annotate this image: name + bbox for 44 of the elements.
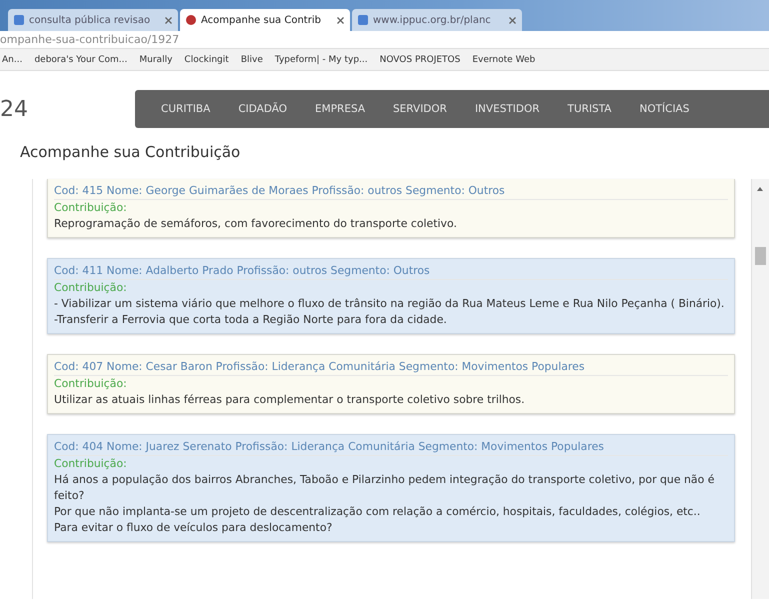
contribution-text: -Transferir a Ferrovia que corta toda a Região Norte para fora da cidade. xyxy=(54,312,448,328)
browser-tab[interactable]: consulta pública revisao xyxy=(8,9,178,31)
bookmark-link[interactable]: Blive xyxy=(240,54,263,64)
nav-link[interactable]: CURITIBA xyxy=(147,103,224,115)
bookmark-link[interactable]: Murally xyxy=(139,54,172,64)
bookmark-link[interactable]: Typeform| - My typ... xyxy=(274,54,368,64)
scroll-up-icon[interactable] xyxy=(757,187,763,191)
scrollbar-thumb[interactable] xyxy=(755,247,766,265)
logo-text: 24 xyxy=(0,96,29,122)
nav-link[interactable]: INVESTIDOR xyxy=(460,103,554,115)
bookmark-link[interactable]: NOVOS PROJETOS xyxy=(380,54,460,64)
close-icon[interactable] xyxy=(509,16,516,24)
contribution-text: Por que não implanta-se um projeto de descentralização com relação a comércio, hospitais, faculdades, colégios, etc.. xyxy=(54,504,702,520)
contribution-label: Contribuição: xyxy=(54,376,128,392)
contribution-text: Para evitar o fluxo de veículos para deslocamento? xyxy=(54,520,334,536)
contribution-text: Utilizar as atuais linhas férreas para complementar o transporte coletivo sobre trilhos. xyxy=(54,392,526,408)
nav-link[interactable]: EMPRESA xyxy=(301,103,379,115)
scrollbar[interactable] xyxy=(751,179,769,599)
bookmark-link[interactable]: Clockingit xyxy=(184,54,229,64)
contribution-text: Reprogramação de semáforos, com favorecimento do transporte coletivo. xyxy=(54,216,458,232)
favicon-icon xyxy=(14,15,24,25)
browser-tab[interactable]: www.ippuc.org.br/planc xyxy=(352,9,522,31)
bookmark-link[interactable]: An... xyxy=(2,54,22,64)
favicon-icon xyxy=(358,15,368,25)
bookmark-link[interactable]: debora's Your Com... xyxy=(34,54,128,64)
contribution-header: Cod: 415 Nome: George Guimarães de Moraes Profissão: outros Segmento: Outros xyxy=(54,183,728,200)
nav-link[interactable]: CIDADÃO xyxy=(224,103,301,115)
contribution-header: Cod: 404 Nome: Juarez Serenato Profissão: Liderança Comunitária Segmento: Movimentos Populares xyxy=(54,439,728,456)
contribution-text: Há anos a população dos bairros Abranches, Taboão e Pilarzinho pedem integração do transporte coletivo, por que não é feito? xyxy=(54,472,716,504)
contribution-header: Cod: 411 Nome: Adalberto Prado Profissão: outros Segmento: Outros xyxy=(54,263,728,280)
contribution-label: Contribuição: xyxy=(54,200,128,216)
contribution-text: - Viabilizar um sistema viário que melhore o fluxo de trânsito na região da Rua Mateus Leme e Rua Nilo Peçanha ( Binário). xyxy=(54,296,726,312)
nav-link[interactable]: SERVIDOR xyxy=(379,103,461,115)
close-icon[interactable] xyxy=(165,16,172,24)
contribution-header: Cod: 407 Nome: Cesar Baron Profissão: Liderança Comunitária Segmento: Movimentos Populares xyxy=(54,359,728,376)
browser-tab[interactable]: Acompanhe sua Contrib xyxy=(180,9,350,31)
page-title: Acompanhe sua Contribuição xyxy=(19,142,242,163)
contribution-label: Contribuição: xyxy=(54,280,128,296)
contribution-label: Contribuição: xyxy=(54,456,128,472)
nav-link[interactable]: NOTÍCIAS xyxy=(626,103,704,115)
close-icon[interactable] xyxy=(337,16,344,24)
bookmark-link[interactable]: Evernote Web xyxy=(472,54,536,64)
favicon-icon xyxy=(186,15,196,25)
nav-link[interactable]: TURISTA xyxy=(554,103,626,115)
